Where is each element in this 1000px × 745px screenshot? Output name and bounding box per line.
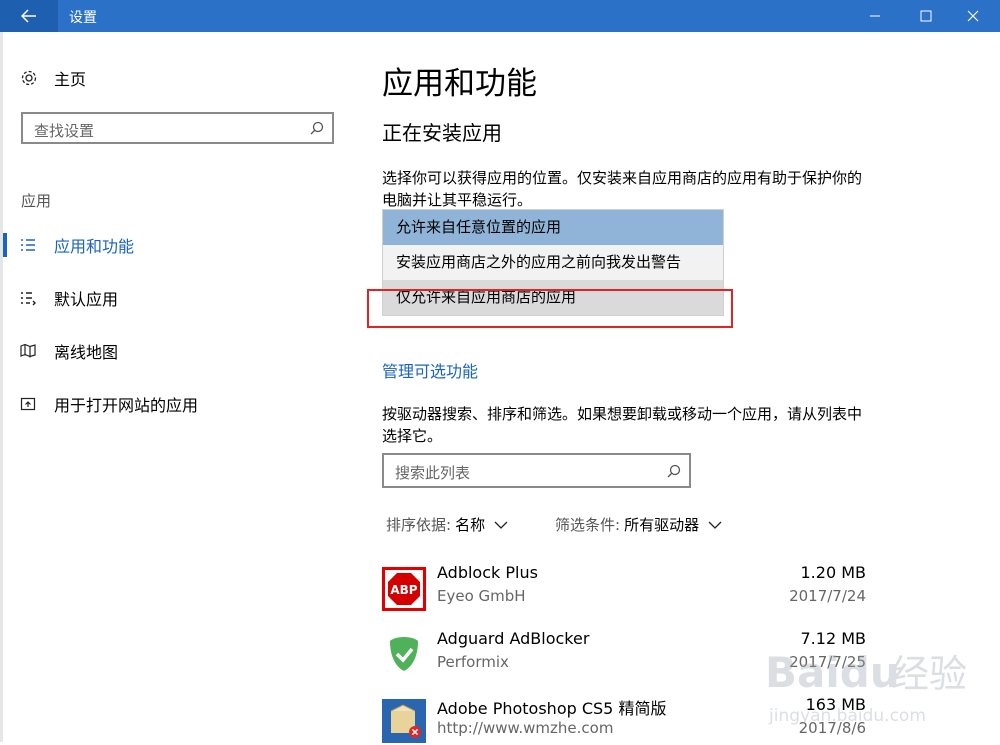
app-name: Adblock Plus (437, 563, 538, 582)
nav-home[interactable]: 主页 (20, 66, 86, 90)
baidu-jingyan-watermark: Baidu 经验 jingyan.baidu.com (765, 648, 967, 726)
settings-search-placeholder: 查找设置 (34, 122, 95, 140)
app-size: 1.20 MB (800, 563, 867, 582)
adguard-shield-icon (390, 637, 418, 671)
close-icon (967, 10, 979, 22)
filter-label: 筛选条件: (555, 516, 621, 534)
app-list-search-input[interactable]: 搜索此列表 (382, 453, 691, 488)
app-publisher: Eyeo GmbH (437, 587, 526, 605)
window-title: 设置 (69, 10, 97, 26)
window-edge (0, 32, 3, 742)
dropdown-option-anywhere[interactable]: 允许来自任意位置的应用 (383, 210, 723, 245)
search-icon (310, 121, 324, 135)
page-title: 应用和功能 (382, 66, 537, 102)
sidebar-item-offline-maps[interactable]: 离线地图 (20, 339, 118, 363)
maximize-icon (920, 10, 932, 22)
gear-icon (21, 70, 37, 86)
back-button[interactable] (0, 0, 58, 32)
watermark-url: jingyan.baidu.com (768, 706, 926, 726)
sidebar-item-default-apps[interactable]: 默认应用 (20, 286, 118, 310)
arrow-left-icon (21, 9, 36, 23)
chevron-down-icon (494, 521, 508, 529)
sidebar-item-label: 应用和功能 (54, 237, 135, 256)
app-date: 2017/7/24 (789, 587, 866, 605)
app-publisher: Performix (437, 653, 509, 671)
sort-dropdown[interactable]: 排序依据: 名称 (386, 514, 508, 535)
close-button[interactable] (946, 0, 1000, 32)
sidebar-item-label: 默认应用 (54, 290, 119, 309)
search-icon (667, 464, 681, 478)
nav-home-label: 主页 (54, 70, 87, 89)
sort-label: 排序依据: (386, 516, 452, 534)
sidebar-section-label: 应用 (21, 192, 52, 210)
photoshop-installer-icon (382, 699, 426, 743)
app-list-search-placeholder: 搜索此列表 (395, 464, 471, 482)
active-indicator (3, 233, 7, 257)
app-name: Adguard AdBlocker (437, 629, 590, 648)
minimize-icon (870, 15, 880, 17)
sidebar-item-apps-for-websites[interactable]: 用于打开网站的应用 (20, 392, 198, 416)
abp-icon: ABP (382, 567, 426, 611)
sidebar-item-label: 用于打开网站的应用 (54, 396, 199, 415)
filter-dropdown[interactable]: 筛选条件: 所有驱动器 (555, 514, 722, 535)
list-item[interactable]: ABP Adblock Plus Eyeo GmbH 1.20 MB 2017/… (382, 563, 866, 613)
dropdown-option-warn[interactable]: 安装应用商店之外的应用之前向我发出警告 (383, 245, 723, 280)
svg-text:ABP: ABP (390, 583, 417, 597)
app-name: Adobe Photoshop CS5 精简版 (437, 699, 667, 718)
watermark-text: 经验 (891, 652, 967, 696)
offline-maps-icon (20, 343, 36, 358)
sidebar-item-apps-features[interactable]: 应用和功能 (20, 233, 134, 257)
filter-value: 所有驱动器 (624, 516, 700, 534)
apps-for-websites-icon (20, 397, 36, 411)
sidebar-item-label: 离线地图 (54, 343, 119, 362)
highlight-annotation-box (367, 289, 733, 328)
chevron-down-icon (708, 521, 722, 529)
maximize-button[interactable] (899, 0, 953, 32)
manage-optional-features-link[interactable]: 管理可选功能 (382, 358, 478, 382)
apps-features-icon (21, 239, 35, 251)
watermark-text: Baidu (765, 648, 900, 697)
default-apps-icon (21, 292, 36, 306)
settings-search-input[interactable]: 查找设置 (21, 112, 334, 144)
installing-heading: 正在安装应用 (382, 121, 502, 145)
title-bar: 设置 (0, 0, 1000, 32)
list-description: 按驱动器搜索、排序和筛选。如果想要卸载或移动一个应用，请从列表中选择它。 (382, 405, 863, 445)
installing-description: 选择你可以获得应用的位置。仅安装来自应用商店的应用有助于保护你的电脑并让其平稳运… (382, 169, 863, 209)
sort-value: 名称 (455, 516, 486, 534)
minimize-button[interactable] (848, 0, 902, 32)
app-publisher: http://www.wmzhe.com (437, 719, 614, 737)
